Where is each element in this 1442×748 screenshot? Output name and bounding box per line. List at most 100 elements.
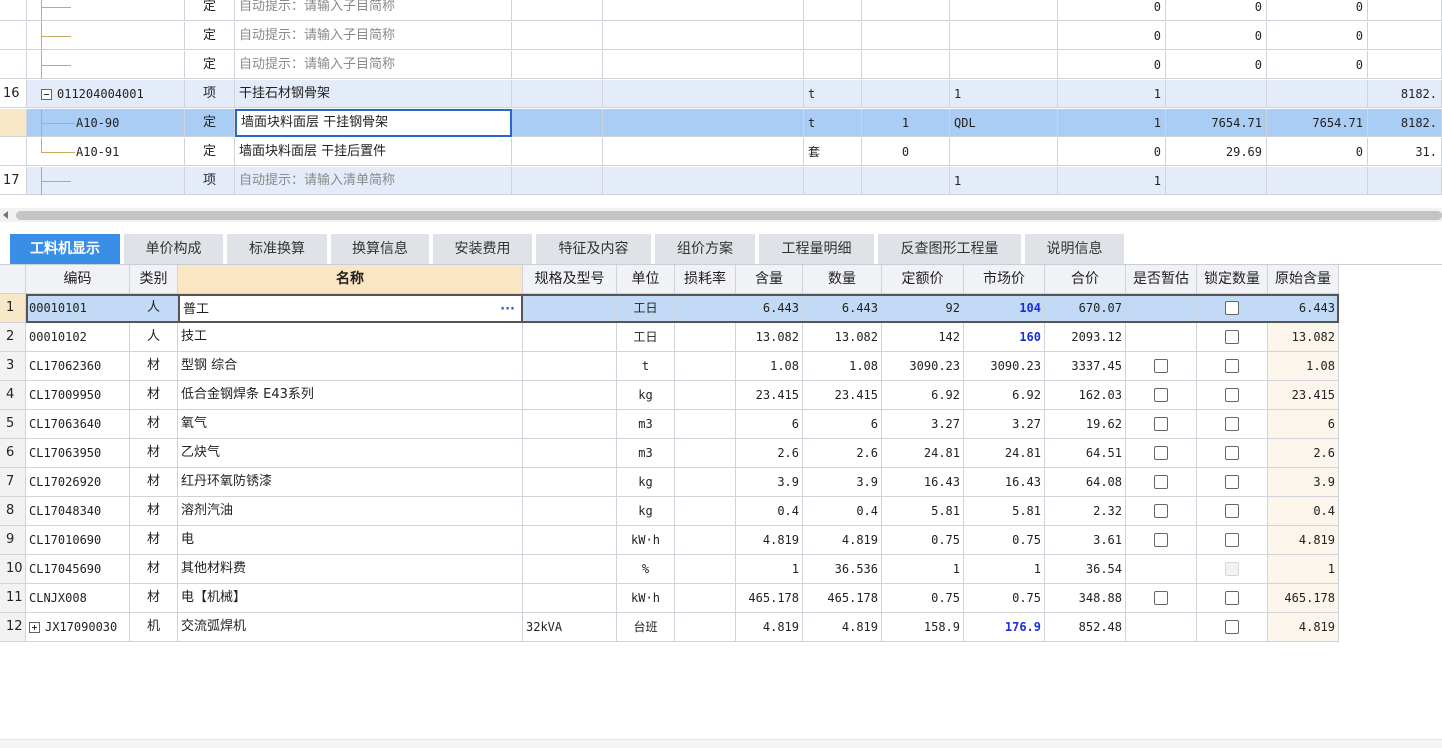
top-cell-c4[interactable] bbox=[512, 138, 603, 166]
cell-name[interactable]: 电 bbox=[178, 526, 523, 555]
cell-lock[interactable] bbox=[1197, 410, 1268, 439]
top-cell-c9[interactable]: 0 bbox=[1058, 51, 1166, 79]
top-cell-c12[interactable] bbox=[1368, 0, 1442, 21]
cell-market[interactable]: 1 bbox=[964, 555, 1045, 584]
cell-content[interactable]: 465.178 bbox=[736, 584, 803, 613]
cell-market[interactable]: 24.81 bbox=[964, 439, 1045, 468]
top-cell-c10[interactable]: 29.69 bbox=[1166, 138, 1267, 166]
top-cell-c9[interactable]: 0 bbox=[1058, 138, 1166, 166]
cell-market[interactable]: 176.9 bbox=[964, 613, 1045, 642]
top-cell-c9[interactable]: 1 bbox=[1058, 167, 1166, 195]
cell-name[interactable]: 低合金钢焊条 E43系列 bbox=[178, 381, 523, 410]
top-cell-qty[interactable] bbox=[862, 0, 950, 21]
top-cell-c12[interactable]: 31. bbox=[1368, 138, 1442, 166]
cell-total[interactable]: 3337.45 bbox=[1045, 352, 1126, 381]
top-cell-type[interactable]: 定 bbox=[185, 22, 235, 50]
top-cell-c12[interactable] bbox=[1368, 51, 1442, 79]
top-cell-c12[interactable] bbox=[1368, 22, 1442, 50]
top-cell-c10[interactable] bbox=[1166, 80, 1267, 108]
scrollbar-thumb[interactable] bbox=[16, 211, 1442, 220]
cell-est[interactable] bbox=[1126, 439, 1197, 468]
tab-1[interactable]: 工料机显示 bbox=[10, 234, 121, 264]
cell-content[interactable]: 4.819 bbox=[736, 613, 803, 642]
cell-loss[interactable] bbox=[675, 294, 736, 323]
top-cell-name[interactable]: 自动提示：请输入子目简称 bbox=[235, 51, 512, 79]
column-header-code[interactable]: 编码 bbox=[26, 265, 130, 294]
cell-qty[interactable]: 13.082 bbox=[803, 323, 882, 352]
cell-code[interactable]: CL17045690 bbox=[26, 555, 130, 584]
top-cell-c11[interactable] bbox=[1267, 167, 1368, 195]
top-cell-c5[interactable] bbox=[603, 167, 804, 195]
cell-total[interactable]: 19.62 bbox=[1045, 410, 1126, 439]
cell-price[interactable]: 5.81 bbox=[882, 497, 964, 526]
cell-total[interactable]: 64.08 bbox=[1045, 468, 1126, 497]
top-cell-c9[interactable]: 0 bbox=[1058, 0, 1166, 21]
estimate-checkbox[interactable] bbox=[1154, 474, 1168, 489]
cell-code[interactable]: CL17026920 bbox=[26, 468, 130, 497]
cell-cat[interactable]: 材 bbox=[130, 497, 178, 526]
cell-lock[interactable] bbox=[1197, 439, 1268, 468]
cell-loss[interactable] bbox=[675, 439, 736, 468]
top-cell-c10[interactable]: 0 bbox=[1166, 22, 1267, 50]
cell-unit[interactable]: m3 bbox=[617, 410, 675, 439]
cell-lock[interactable] bbox=[1197, 613, 1268, 642]
column-header-spec[interactable]: 规格及型号 bbox=[523, 265, 617, 294]
top-cell-name[interactable]: 自动提示：请输入子目简称 bbox=[235, 0, 512, 21]
cell-cat[interactable]: 材 bbox=[130, 352, 178, 381]
cell-qty[interactable]: 2.6 bbox=[803, 439, 882, 468]
top-cell-c11[interactable]: 7654.71 bbox=[1267, 109, 1368, 137]
top-cell-c11[interactable]: 0 bbox=[1267, 51, 1368, 79]
top-cell-c11[interactable]: 0 bbox=[1267, 138, 1368, 166]
top-cell-code[interactable] bbox=[27, 0, 185, 21]
top-cell-c4[interactable] bbox=[512, 22, 603, 50]
lock-qty-checkbox[interactable] bbox=[1225, 300, 1239, 315]
cell-content[interactable]: 3.9 bbox=[736, 468, 803, 497]
cell-price[interactable]: 3.27 bbox=[882, 410, 964, 439]
cell-name[interactable]: 电【机械】 bbox=[178, 584, 523, 613]
cell-name[interactable]: 其他材料费 bbox=[178, 555, 523, 584]
cell-cat[interactable]: 人 bbox=[130, 294, 178, 323]
cell-est[interactable] bbox=[1126, 468, 1197, 497]
horizontal-scrollbar[interactable] bbox=[0, 208, 1442, 222]
top-row[interactable]: 17 项自动提示：请输入清单简称 1 1 bbox=[0, 167, 1442, 196]
estimate-checkbox[interactable] bbox=[1154, 445, 1168, 460]
cell-orig[interactable]: 4.819 bbox=[1268, 526, 1339, 555]
cell-spec[interactable] bbox=[523, 294, 617, 323]
top-cell-expr[interactable]: 1 bbox=[950, 80, 1058, 108]
cell-qty[interactable]: 6.443 bbox=[803, 294, 882, 323]
top-cell-code[interactable] bbox=[27, 167, 185, 195]
estimate-checkbox[interactable] bbox=[1154, 358, 1168, 373]
top-cell-c4[interactable] bbox=[512, 167, 603, 195]
cell-content[interactable]: 0.4 bbox=[736, 497, 803, 526]
cell-orig[interactable]: 23.415 bbox=[1268, 381, 1339, 410]
cell-orig[interactable]: 465.178 bbox=[1268, 584, 1339, 613]
lock-qty-checkbox[interactable] bbox=[1225, 474, 1239, 489]
cell-unit[interactable]: kg bbox=[617, 468, 675, 497]
top-cell-qty[interactable] bbox=[862, 80, 950, 108]
cell-name[interactable]: 型钢 综合 bbox=[178, 352, 523, 381]
cell-price[interactable]: 0.75 bbox=[882, 526, 964, 555]
cell-lock[interactable] bbox=[1197, 497, 1268, 526]
cell-unit[interactable]: kg bbox=[617, 381, 675, 410]
cell-unit[interactable]: % bbox=[617, 555, 675, 584]
cell-total[interactable]: 36.54 bbox=[1045, 555, 1126, 584]
cell-unit[interactable]: m3 bbox=[617, 439, 675, 468]
column-header-cat[interactable]: 类别 bbox=[130, 265, 178, 294]
top-cell-c10[interactable]: 0 bbox=[1166, 0, 1267, 21]
cell-name[interactable]: 乙炔气 bbox=[178, 439, 523, 468]
tab-6[interactable]: 特征及内容 bbox=[536, 234, 652, 264]
cell-spec[interactable] bbox=[523, 555, 617, 584]
cell-price[interactable]: 0.75 bbox=[882, 584, 964, 613]
cell-est[interactable] bbox=[1126, 352, 1197, 381]
cell-name[interactable]: 红丹环氧防锈漆 bbox=[178, 468, 523, 497]
top-cell-unit[interactable]: 套 bbox=[804, 138, 862, 166]
cell-code[interactable]: JX17090030 bbox=[26, 613, 130, 642]
top-cell-type[interactable]: 定 bbox=[185, 51, 235, 79]
cell-orig[interactable]: 6 bbox=[1268, 410, 1339, 439]
cell-loss[interactable] bbox=[675, 468, 736, 497]
cell-orig[interactable]: 2.6 bbox=[1268, 439, 1339, 468]
top-cell-c11[interactable]: 0 bbox=[1267, 0, 1368, 21]
cell-est[interactable] bbox=[1126, 613, 1197, 642]
top-cell-qty[interactable]: 0 bbox=[862, 138, 950, 166]
cell-cat[interactable]: 材 bbox=[130, 381, 178, 410]
